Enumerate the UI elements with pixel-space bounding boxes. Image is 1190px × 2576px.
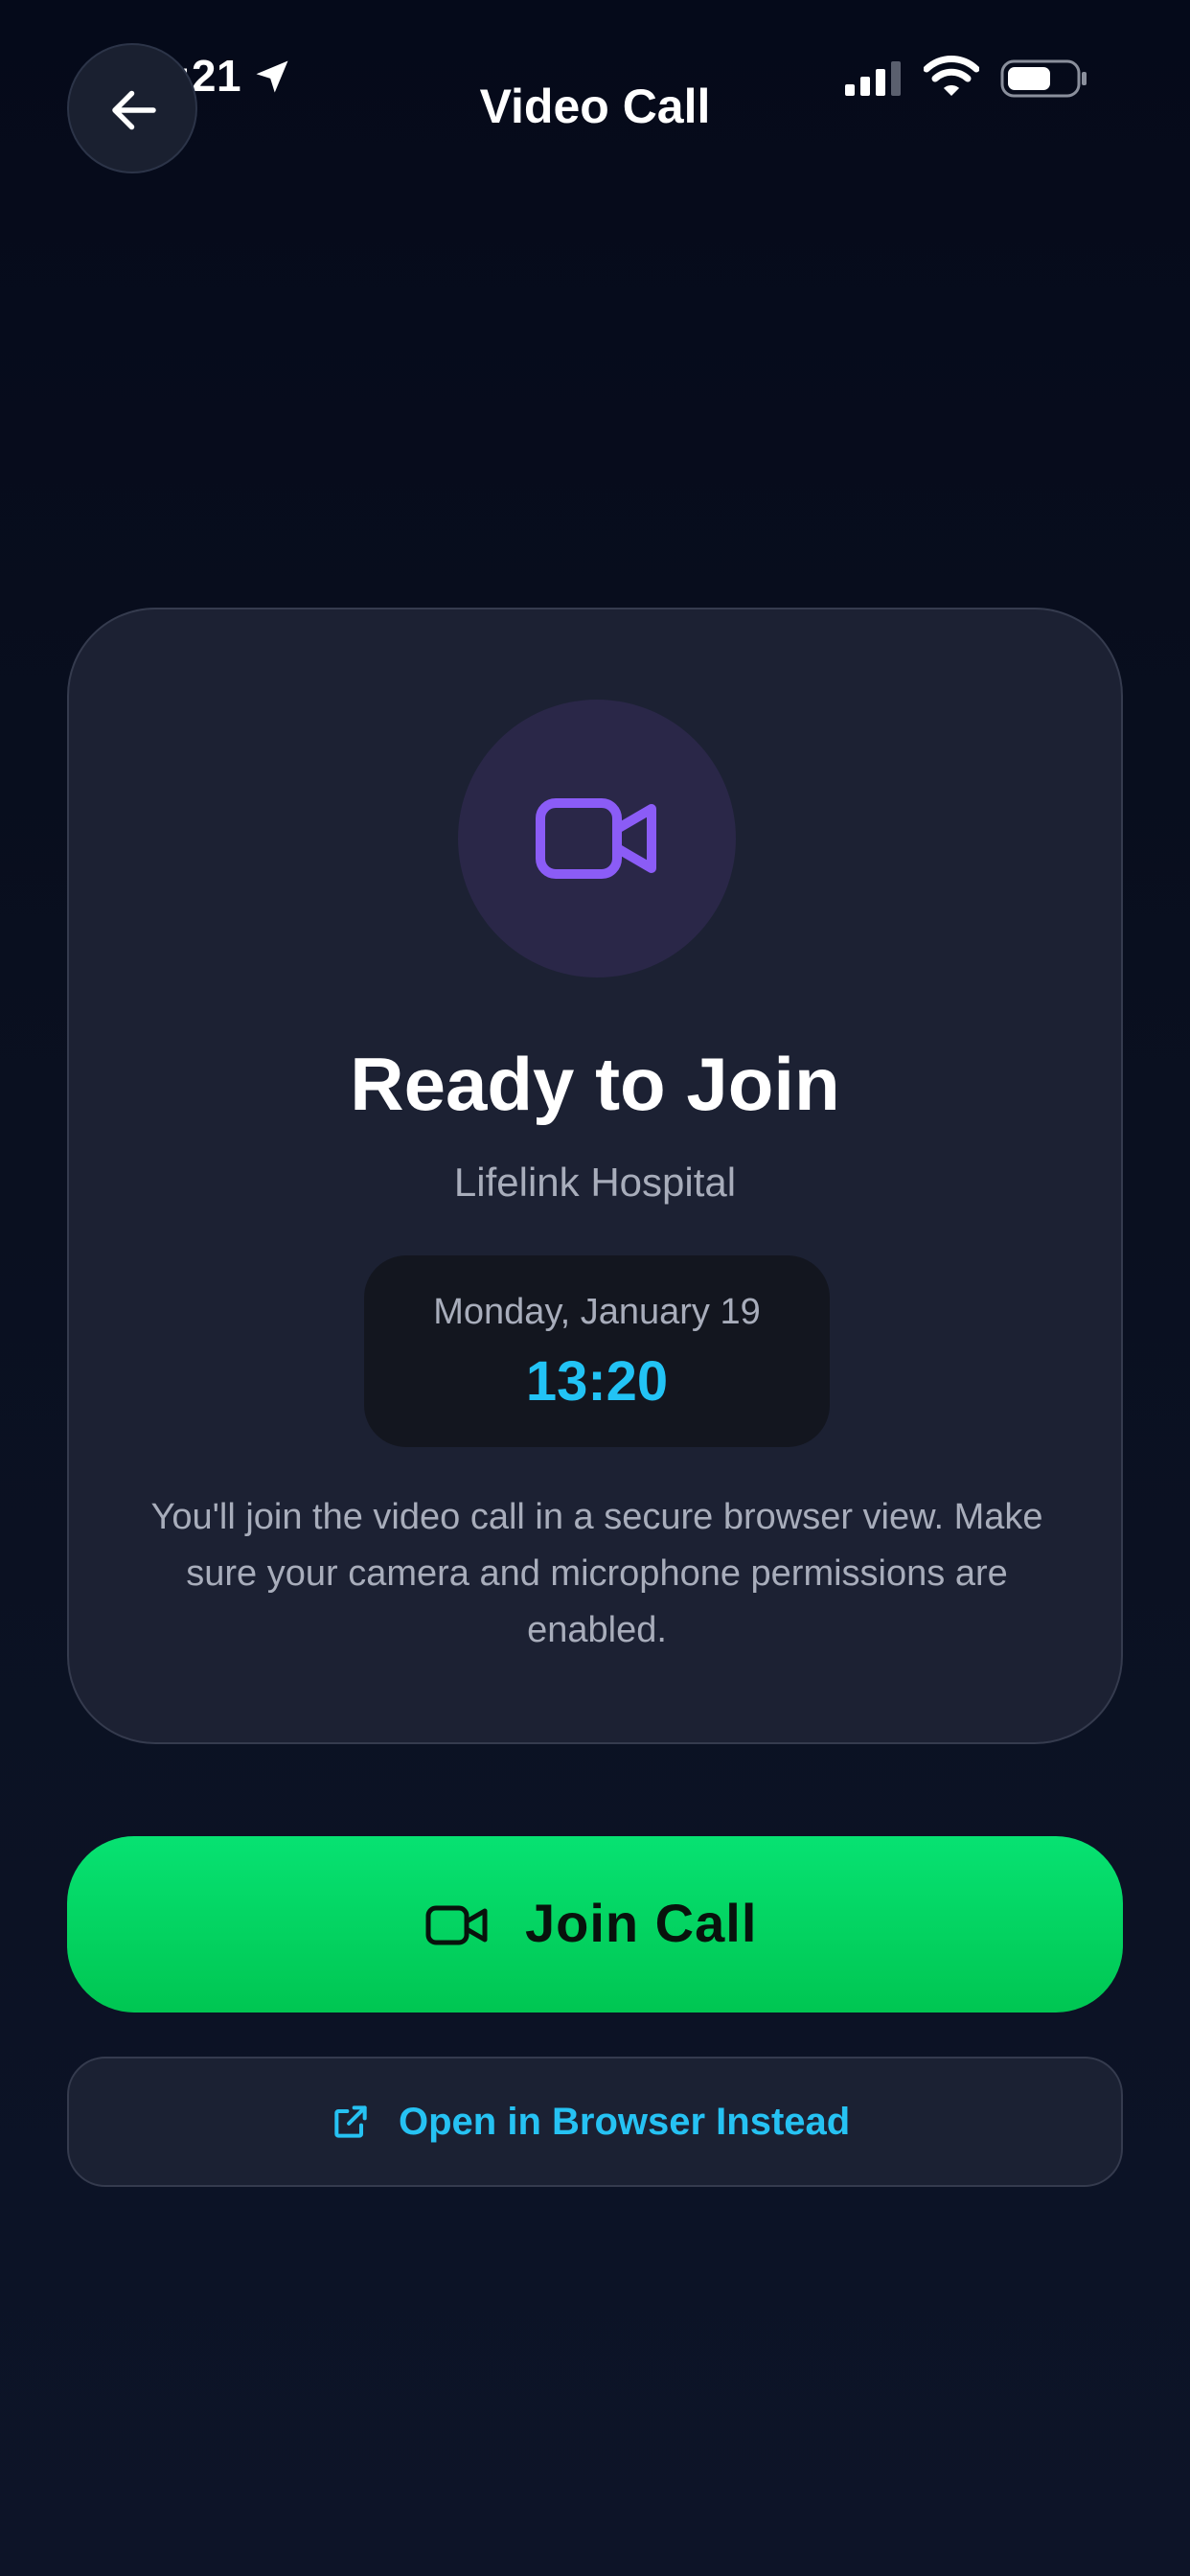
open-in-browser-label: Open in Browser Instead: [399, 2101, 851, 2143]
hospital-name: Lifelink Hospital: [453, 1160, 737, 1205]
video-camera-icon: [536, 798, 656, 879]
appointment-time: 13:20: [525, 1350, 669, 1413]
appointment-datetime: Monday, January 19 13:20: [364, 1255, 830, 1447]
external-link-icon: [334, 2105, 367, 2138]
join-call-button[interactable]: Join Call: [67, 1836, 1123, 2012]
appointment-date: Monday, January 19: [433, 1292, 761, 1332]
open-in-browser-button[interactable]: Open in Browser Instead: [67, 2057, 1123, 2187]
video-icon-circle: [458, 700, 736, 978]
join-call-label: Join Call: [525, 1893, 758, 1953]
join-card: Ready to Join Lifelink Hospital Monday, …: [67, 608, 1123, 1744]
card-title: Ready to Join: [350, 1042, 840, 1126]
page-title: Video Call: [479, 80, 711, 133]
video-camera-icon: [425, 1905, 488, 1945]
info-note: You'll join the video call in a secure b…: [150, 1497, 1043, 1650]
